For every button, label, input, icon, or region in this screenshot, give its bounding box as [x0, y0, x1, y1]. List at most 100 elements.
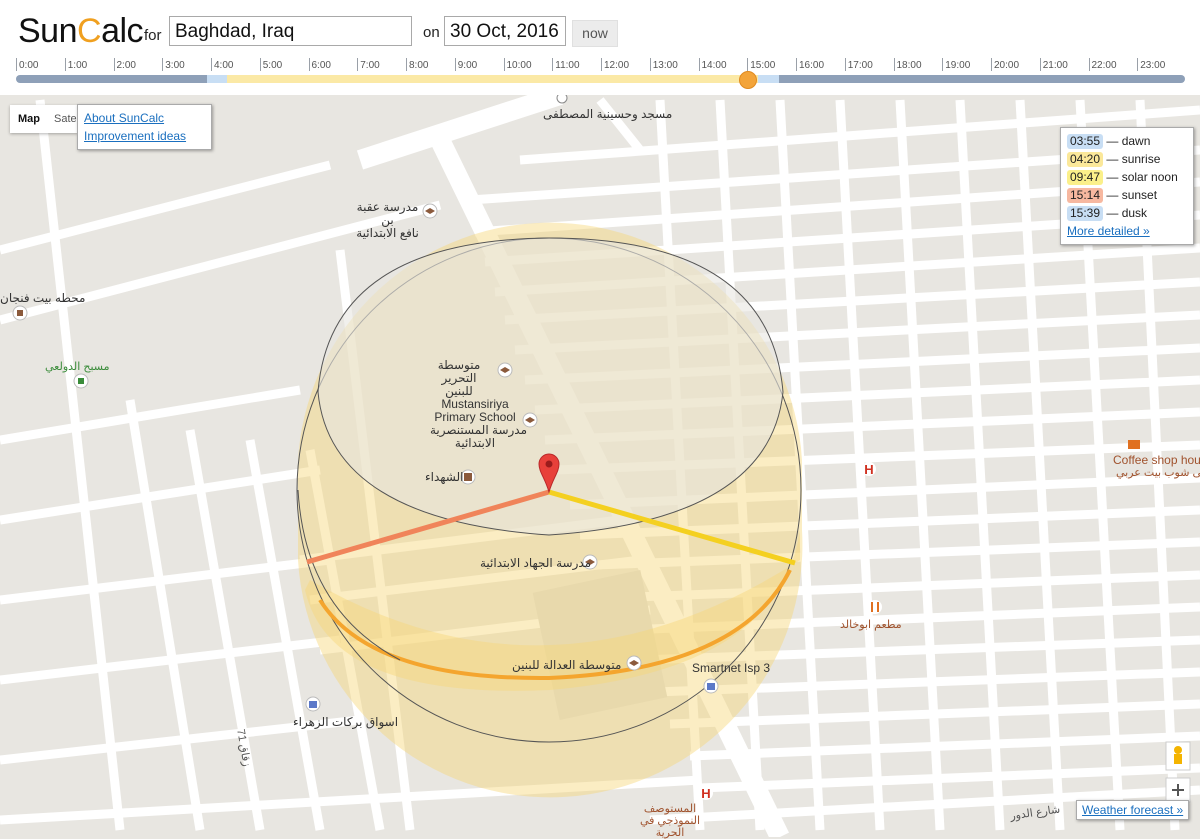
map-type-map-button[interactable]: Map: [18, 113, 40, 125]
timeline-hour-label: 14:00: [701, 60, 727, 71]
sun-path-overlay: [296, 222, 803, 798]
timeline-hour-label: 8:00: [409, 60, 429, 71]
timeline-hour-label: 18:00: [896, 60, 922, 71]
timeline-tick: [796, 58, 797, 71]
for-label: for: [144, 27, 162, 44]
timeline-dawn-segment: [207, 75, 228, 83]
timeline-hour-label: 0:00: [19, 60, 39, 71]
timeline-hour-label: 10:00: [506, 60, 532, 71]
zoom-in-icon[interactable]: [1165, 777, 1191, 803]
map-type-satellite-button[interactable]: Satel: [54, 113, 79, 125]
timeline-tick: [601, 58, 602, 71]
time-slider[interactable]: 0:00 1:00 2:00 3:00 4:00 5:00 6:00 7:00 8:00 9:00…: [16, 58, 1186, 89]
place-coffee-shop-arabic[interactable]: مقهى شوب بيت عربي: [1116, 466, 1200, 479]
timeline-hour-label: 9:00: [457, 60, 478, 71]
timeline-hour-label: 16:00: [799, 60, 825, 71]
timeline-hour-label: 6:00: [311, 60, 331, 71]
legend-time-badge: 15:39: [1067, 206, 1104, 221]
place-barakat-market[interactable]: اسواق بركات الزهراء: [293, 715, 398, 729]
legend-row: 03:55 — dawn: [1067, 132, 1187, 150]
place-station[interactable]: محطه بيت فنجان: [0, 291, 85, 305]
date-input[interactable]: 30 Oct, 2016: [444, 16, 566, 46]
timeline-hour-label: 19:00: [945, 60, 971, 71]
timeline-hour-label: 15:00: [750, 60, 776, 71]
location-input[interactable]: Baghdad, Iraq: [169, 16, 412, 46]
svg-text:H: H: [864, 462, 873, 477]
place-school-tahrir[interactable]: متوسطة التحرير للبنين: [420, 359, 498, 398]
legend-label: — dawn: [1106, 134, 1151, 148]
timeline-tick: [308, 58, 310, 71]
timeline-tick: [503, 58, 505, 71]
timeline-tick: [64, 58, 66, 71]
legend-time-badge: 03:55: [1067, 134, 1104, 149]
timeline-hour-label: 17:00: [847, 60, 873, 71]
improvement-ideas-link[interactable]: Improvement ideas: [84, 127, 205, 145]
timeline-tick: [991, 58, 992, 71]
legend-label: — dusk: [1106, 206, 1148, 220]
pegman-icon[interactable]: [1165, 741, 1191, 771]
suncalc-logo[interactable]: SunCalc: [18, 12, 144, 51]
place-restaurant[interactable]: مطعم ابوخالد: [840, 618, 902, 631]
place-martyrs[interactable]: الشهداء: [425, 470, 464, 484]
map-type-control: Map Satel: [10, 105, 79, 133]
place-school-uqba[interactable]: مدرسة عقبة بن نافع الابتدائية: [350, 201, 425, 240]
timeline-tick: [698, 58, 700, 71]
timeline-tick: [1137, 58, 1139, 71]
timeline-hour-label: 7:00: [360, 60, 380, 71]
place-mosque[interactable]: مسجد وحسينية المصطفى: [543, 107, 672, 121]
timeline-tick: [942, 58, 944, 71]
svg-text:H: H: [701, 786, 710, 801]
now-button[interactable]: now: [572, 20, 618, 47]
timeline-tick: [844, 58, 846, 71]
legend-row: 04:20 — sunrise: [1067, 150, 1187, 168]
legend-time-badge: 09:47: [1067, 170, 1104, 185]
timeline-dusk-segment: [758, 75, 779, 83]
timeline-hour-label: 12:00: [604, 60, 630, 71]
place-smartnet[interactable]: Smartnet Isp 3: [692, 661, 770, 675]
timeline-tick: [406, 58, 407, 71]
timeline-tick: [211, 58, 212, 71]
timeline-hour-label: 20:00: [994, 60, 1020, 71]
place-mustansiriya[interactable]: Mustansiriya Primary School مدرسة المستنصر…: [430, 398, 527, 450]
place-hospital[interactable]: المستوصف النموذجي في الحرية: [630, 803, 710, 839]
timeline-daylight-segment: [227, 75, 759, 83]
timeline-tick: [357, 58, 359, 71]
links-popup: About SunCalc Improvement ideas: [77, 104, 212, 150]
timeline-tick: [454, 58, 456, 71]
timeline-hour-label: 1:00: [67, 60, 88, 71]
about-suncalc-link[interactable]: About SunCalc: [84, 109, 205, 127]
timeline-hour-label: 23:00: [1140, 60, 1166, 71]
time-slider-handle[interactable]: [739, 71, 758, 89]
place-nursery[interactable]: مسبح الدولعي: [45, 360, 110, 373]
timeline-hour-label: 11:00: [555, 60, 580, 71]
map-canvas[interactable]: H H: [0, 95, 1200, 837]
timeline-hour-label: 2:00: [116, 60, 136, 71]
place-school-adala[interactable]: متوسطة العدالة للبنين: [512, 658, 621, 672]
weather-forecast-link[interactable]: Weather forecast »: [1076, 800, 1190, 820]
timeline-hour-label: 4:00: [214, 60, 234, 71]
timeline-hour-label: 13:00: [652, 60, 678, 71]
on-label: on: [423, 24, 440, 41]
legend-time-badge: 15:14: [1067, 188, 1104, 203]
timeline-tick: [1088, 58, 1090, 71]
timeline-tick: [16, 58, 17, 71]
timeline-tick: [552, 58, 554, 71]
legend-row: 15:39 — dusk: [1067, 204, 1187, 222]
timeline-tick: [162, 58, 164, 71]
legend-label: — sunrise: [1106, 152, 1161, 166]
timeline-tick: [113, 58, 115, 71]
timeline-hour-label: 22:00: [1091, 60, 1117, 71]
sun-times-legend: 03:55 — dawn 04:20 — sunrise 09:47 — solar…: [1060, 127, 1194, 245]
legend-label: — sunset: [1106, 188, 1158, 202]
place-school-jihad[interactable]: مدرسة الجهاد الابتدائية: [480, 556, 591, 570]
legend-row: 15:14 — sunset: [1067, 186, 1187, 204]
timeline-hour-label: 21:00: [1042, 60, 1068, 71]
legend-row: 09:47 — solar noon: [1067, 168, 1187, 186]
place-coffee-shop[interactable]: Coffee shop hou: [1113, 453, 1200, 467]
timeline-tick: [259, 58, 261, 71]
timeline-tick: [747, 58, 749, 71]
more-detailed-link[interactable]: More detailed »: [1067, 222, 1187, 240]
timeline-tick: [1039, 58, 1041, 71]
legend-time-badge: 04:20: [1067, 152, 1104, 167]
timeline-hour-label: 3:00: [165, 60, 185, 71]
